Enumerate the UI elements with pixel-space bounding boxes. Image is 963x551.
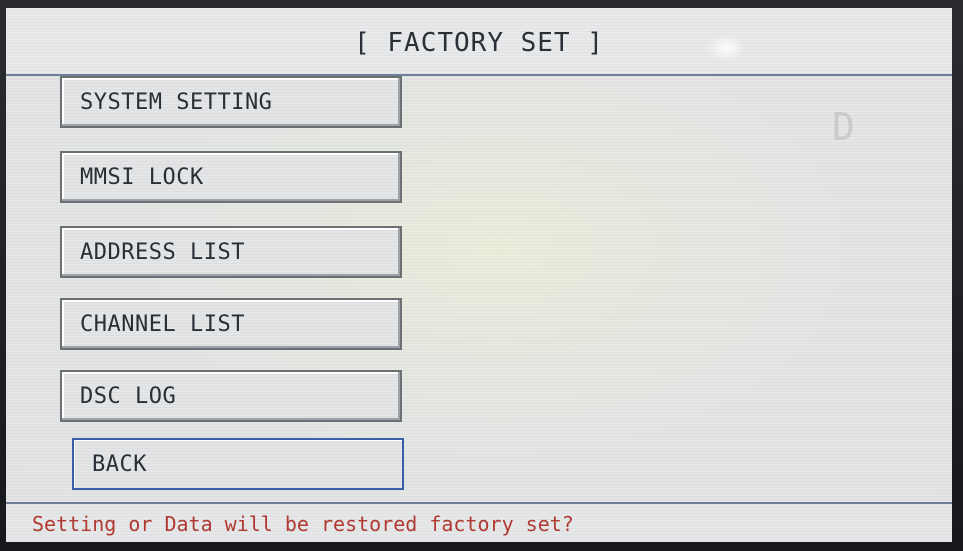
channel-list-label: CHANNEL LIST xyxy=(80,312,245,337)
back-label: BACK xyxy=(92,452,147,477)
display-screen: [ FACTORY SET ] SYSTEM SETTING MMSI LOCK… xyxy=(6,8,952,542)
title-bar: [ FACTORY SET ] xyxy=(6,8,952,76)
address-list-label: ADDRESS LIST xyxy=(80,240,245,265)
system-setting-button[interactable]: SYSTEM SETTING xyxy=(60,76,402,128)
system-setting-label: SYSTEM SETTING xyxy=(80,90,273,115)
dsc-log-button[interactable]: DSC LOG xyxy=(60,370,402,422)
address-list-button[interactable]: ADDRESS LIST xyxy=(60,226,402,278)
channel-list-button[interactable]: CHANNEL LIST xyxy=(60,298,402,350)
mmsi-lock-label: MMSI LOCK xyxy=(80,165,204,190)
dsc-log-label: DSC LOG xyxy=(80,384,177,409)
mmsi-lock-button[interactable]: MMSI LOCK xyxy=(60,151,402,203)
status-message: Setting or Data will be restored factory… xyxy=(32,512,574,536)
status-bar: Setting or Data will be restored factory… xyxy=(6,502,952,542)
back-button[interactable]: BACK xyxy=(72,438,404,490)
status-indicator: D xyxy=(832,105,855,149)
page-title: [ FACTORY SET ] xyxy=(354,28,604,58)
